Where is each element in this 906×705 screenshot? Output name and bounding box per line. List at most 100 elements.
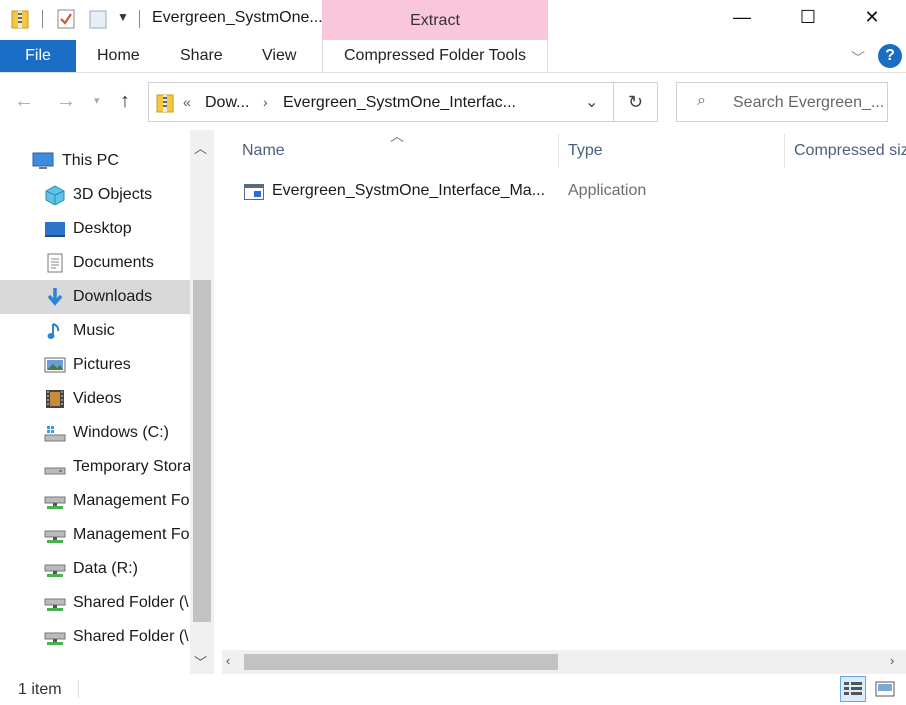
address-dropdown-chevron-icon[interactable]: ⌄ xyxy=(585,92,598,112)
sidebar-item-shared-folder[interactable]: Shared Folder (\ xyxy=(0,586,190,620)
sidebar-item-label: Desktop xyxy=(73,220,132,237)
new-folder-icon[interactable] xyxy=(88,8,108,30)
sidebar-item-management-fo[interactable]: Management Fo xyxy=(0,518,190,552)
large-icons-view-icon xyxy=(875,681,895,697)
sidebar-item-label: Management Fo xyxy=(73,526,190,543)
file-list-pane: ︿ Name Type Compressed siz Evergreen_Sys… xyxy=(222,128,906,674)
title-bar: ▼ Evergreen_SystmOne... Extract — ☐ ✕ xyxy=(0,0,906,40)
customize-quick-access-chevron-icon[interactable]: ▼ xyxy=(117,10,129,24)
network-drive-icon xyxy=(44,564,66,577)
file-type: Application xyxy=(568,182,647,199)
overflow-chevron-icon[interactable]: « xyxy=(183,94,191,110)
back-arrow-icon[interactable]: ← xyxy=(14,90,34,113)
refresh-icon: ↻ xyxy=(627,91,644,112)
extract-contextual-header: Extract xyxy=(322,0,548,40)
window-title: Evergreen_SystmOne... xyxy=(152,9,323,26)
sidebar-item-music[interactable]: Music xyxy=(0,314,190,348)
scroll-down-arrow-icon[interactable]: ﹀ xyxy=(194,652,207,671)
status-bar: 1 item xyxy=(0,674,906,705)
sidebar-item-downloads[interactable]: Downloads xyxy=(0,280,190,314)
ribbon-tabs: File Home Share View Compressed Folder T… xyxy=(0,40,906,72)
column-header-compressed-size[interactable]: Compressed siz xyxy=(794,142,906,160)
file-row[interactable]: Evergreen_SystmOne_Interface_Ma... Appli… xyxy=(240,176,900,210)
this-pc-icon xyxy=(32,152,54,169)
sidebar-item-documents[interactable]: Documents xyxy=(0,246,190,280)
file-list-horizontal-scrollbar[interactable]: ‹ › xyxy=(222,650,906,674)
sidebar-item-label: Videos xyxy=(73,390,122,407)
sidebar-item-label: Documents xyxy=(73,254,154,271)
windows-drive-icon xyxy=(44,426,66,442)
item-count: 1 item xyxy=(18,681,62,698)
tab-share[interactable]: Share xyxy=(180,47,223,65)
sidebar-item-data-r[interactable]: Data (R:) xyxy=(0,552,190,586)
column-divider[interactable] xyxy=(784,134,785,168)
scroll-left-arrow-icon[interactable]: ‹ xyxy=(226,653,230,668)
column-header-type[interactable]: Type xyxy=(568,142,603,160)
up-arrow-icon[interactable]: ↑ xyxy=(120,90,130,113)
zip-folder-icon[interactable] xyxy=(10,8,30,30)
sidebar-item-label: 3D Objects xyxy=(73,186,153,203)
recent-locations-chevron-icon[interactable]: ▾ xyxy=(94,94,100,107)
tab-view[interactable]: View xyxy=(262,47,296,65)
sidebar-item-label: Pictures xyxy=(73,356,131,373)
details-view-button[interactable] xyxy=(840,676,866,702)
sidebar-item-desktop[interactable]: Desktop xyxy=(0,212,190,246)
sidebar-item-windows-c[interactable]: Windows (C:) xyxy=(0,416,190,450)
forward-arrow-icon[interactable]: → xyxy=(56,90,76,113)
breadcrumb-separator-icon[interactable]: › xyxy=(263,94,268,110)
sidebar-item-label: Management Fo xyxy=(73,492,190,509)
minimize-button[interactable]: — xyxy=(710,0,774,34)
large-icons-view-button[interactable] xyxy=(872,676,898,702)
network-drive-icon xyxy=(44,598,66,611)
title-separator xyxy=(139,10,140,28)
column-header-name[interactable]: Name xyxy=(242,142,285,160)
sidebar-item-label: Downloads xyxy=(73,288,153,305)
sidebar-item-management-fo[interactable]: Management Fo xyxy=(0,484,190,518)
zip-folder-icon xyxy=(156,94,174,113)
quick-access-separator xyxy=(42,10,43,28)
music-icon xyxy=(47,323,60,339)
sidebar-item-videos[interactable]: Videos xyxy=(0,382,190,416)
sidebar-item-label: Temporary Stora xyxy=(73,458,190,475)
sidebar-item-this-pc[interactable]: This PC xyxy=(0,144,190,178)
sidebar-item-3d-objects[interactable]: 3D Objects xyxy=(0,178,190,212)
search-input[interactable]: ⌕ Search Evergreen_... xyxy=(676,82,888,122)
minimize-icon: — xyxy=(733,6,751,27)
tab-home[interactable]: Home xyxy=(97,47,140,65)
sidebar-item-pictures[interactable]: Pictures xyxy=(0,348,190,382)
sort-ascending-icon: ︿ xyxy=(390,128,404,144)
properties-icon[interactable] xyxy=(56,8,76,30)
scroll-up-arrow-icon[interactable]: ︿ xyxy=(194,138,207,157)
nav-scrollbar-thumb[interactable] xyxy=(193,280,211,622)
close-icon: ✕ xyxy=(864,6,880,27)
scroll-right-arrow-icon[interactable]: › xyxy=(890,653,894,668)
file-name: Evergreen_SystmOne_Interface_Ma... xyxy=(272,182,546,199)
breadcrumb-current-folder[interactable]: Evergreen_SystmOne_Interfac... xyxy=(283,94,516,112)
file-list-scrollbar-thumb[interactable] xyxy=(244,654,558,670)
close-button[interactable]: ✕ xyxy=(840,0,904,34)
expand-ribbon-chevron-icon[interactable]: ﹀ xyxy=(851,48,865,68)
tab-compressed-folder-tools[interactable]: Compressed Folder Tools xyxy=(322,40,548,72)
desktop-icon xyxy=(45,222,65,237)
sidebar-item-label: Shared Folder (\ xyxy=(73,594,189,611)
drive-icon xyxy=(44,467,66,475)
search-icon: ⌕ xyxy=(697,92,706,109)
sidebar-item-label: Music xyxy=(73,322,115,339)
sidebar-item-label: This PC xyxy=(62,152,119,169)
downloads-icon xyxy=(47,288,63,306)
tab-file[interactable]: File xyxy=(0,40,76,72)
column-divider[interactable] xyxy=(558,134,559,168)
refresh-button[interactable]: ↻ xyxy=(614,82,658,122)
help-icon[interactable]: ? xyxy=(878,44,902,68)
search-placeholder: Search Evergreen_... xyxy=(733,94,885,111)
address-bar[interactable]: « Dow... › Evergreen_SystmOne_Interfac..… xyxy=(148,82,614,122)
navigation-pane: This PC 3D Objects Desktop Documents Downloa… xyxy=(0,130,214,674)
nav-vertical-scrollbar[interactable]: ︿ ﹀ xyxy=(190,130,214,674)
sidebar-item-shared-folder[interactable]: Shared Folder (\ xyxy=(0,620,190,654)
maximize-button[interactable]: ☐ xyxy=(776,0,840,34)
sidebar-item-label: Windows (C:) xyxy=(73,424,170,441)
sidebar-item-temporary-stora[interactable]: Temporary Stora xyxy=(0,450,190,484)
breadcrumb-downloads[interactable]: Dow... xyxy=(205,94,249,112)
details-view-icon xyxy=(844,682,862,695)
extract-label: Extract xyxy=(410,12,460,29)
